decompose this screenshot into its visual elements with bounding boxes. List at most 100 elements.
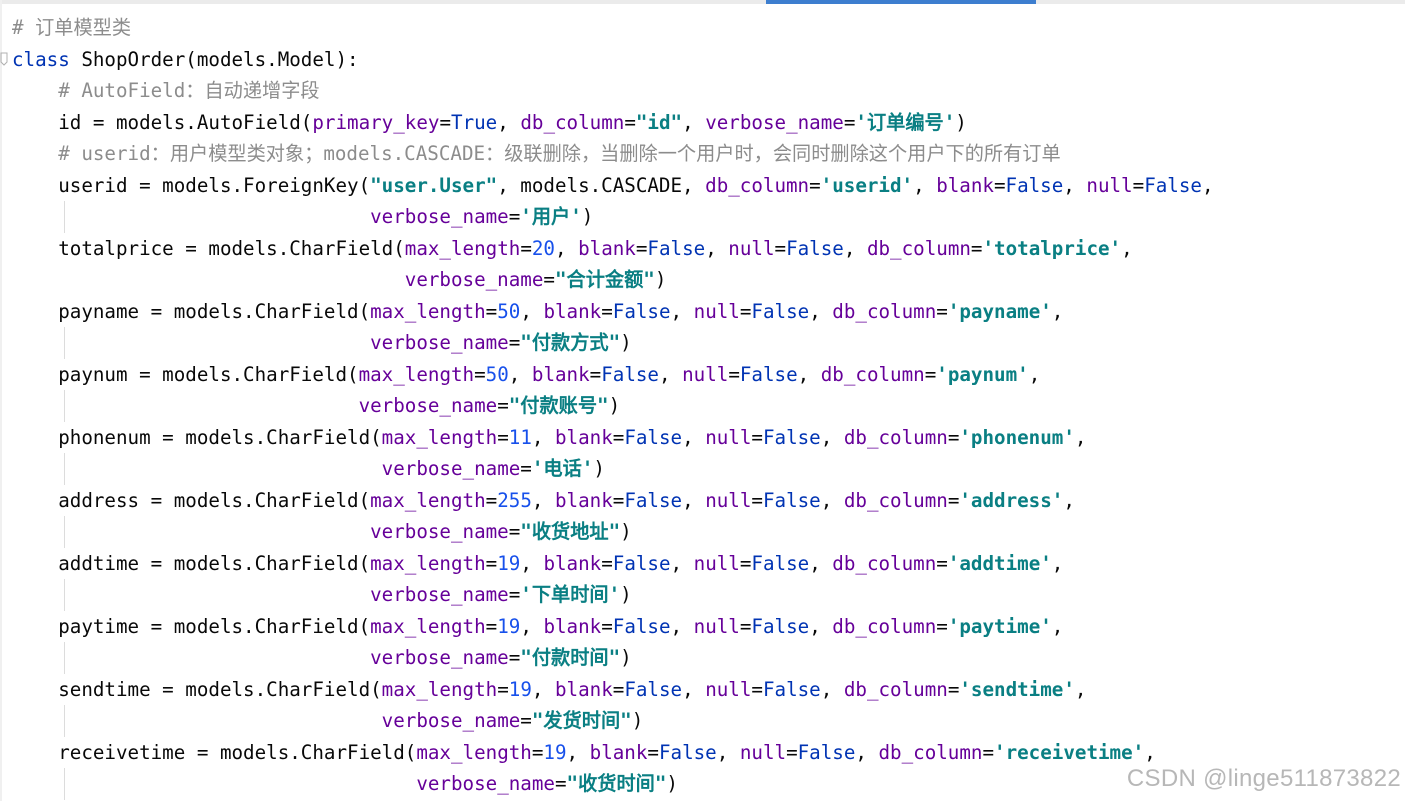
code-token: totalprice = models.CharField( <box>58 236 405 260</box>
code-line[interactable]: verbose_name="付款方式") <box>12 327 1214 359</box>
code-token: verbose_name <box>370 520 509 543</box>
code-line[interactable]: verbose_name="收货地址") <box>12 516 1214 548</box>
code-token: db_column <box>705 173 810 197</box>
code-token: db_column <box>832 551 937 575</box>
code-line[interactable]: verbose_name="收货时间") <box>12 768 1214 800</box>
code-token: max_length <box>404 236 521 260</box>
code-token: "合计金额" <box>554 268 655 291</box>
code-token: '订单编号' <box>855 110 956 134</box>
code-token: , <box>531 425 555 449</box>
code-token: "发货时间" <box>531 709 632 732</box>
code-line[interactable]: sendtime = models.CharField(max_length=1… <box>12 674 1214 706</box>
code-editor[interactable]: # 订单模型类 class ShopOrder(models.Model): # … <box>0 0 1405 801</box>
code-token: verbose_name <box>358 394 498 417</box>
code-token: max_length <box>370 488 486 512</box>
code-token: , <box>520 551 544 575</box>
code-token: = <box>497 677 509 701</box>
code-token: max_length <box>370 614 486 638</box>
code-token: = <box>485 551 498 575</box>
code-token: = <box>520 236 532 260</box>
code-token: 11 <box>508 425 532 449</box>
active-tab-indicator[interactable] <box>766 0 1036 4</box>
code-token: False <box>751 614 810 638</box>
code-line[interactable]: verbose_name="付款时间") <box>12 642 1214 674</box>
code-token: blank <box>554 488 613 512</box>
code-token: , <box>855 740 879 764</box>
code-token: max_length <box>381 677 498 701</box>
indent-guide <box>64 327 66 359</box>
code-token: = <box>497 394 509 417</box>
code-token: ) <box>631 709 644 732</box>
code-token: , <box>913 173 937 197</box>
code-token: db_column <box>878 740 983 764</box>
code-token: 255 <box>497 488 532 512</box>
code-token: verbose_name <box>370 583 509 606</box>
code-line[interactable]: totalprice = models.CharField(max_length… <box>12 233 1214 265</box>
code-token: , <box>658 362 683 386</box>
code-token: ) <box>620 646 632 669</box>
code-token: 19 <box>508 677 532 701</box>
code-token: blank <box>531 362 590 386</box>
code-token: , <box>1063 488 1075 512</box>
code-token: max_length <box>370 551 486 575</box>
code-line[interactable]: receivetime = models.CharField(max_lengt… <box>12 737 1214 769</box>
code-token: ShopOrder(models.Model): <box>69 47 359 71</box>
code-line[interactable]: userid = models.ForeignKey("user.User", … <box>12 170 1213 202</box>
code-token: , <box>520 614 544 638</box>
code-token: class <box>12 47 70 71</box>
code-token: '用户' <box>520 205 582 228</box>
code-token: ) <box>581 205 594 228</box>
code-line[interactable]: paynum = models.CharField(max_length=50,… <box>12 359 1214 391</box>
code-token: = <box>809 173 821 197</box>
code-token: # AutoField：自动递增字段 <box>58 79 320 102</box>
code-token: db_column <box>520 110 625 134</box>
code-token: , <box>1051 551 1064 575</box>
code-token: False <box>624 425 683 449</box>
code-line[interactable]: # 订单模型类 <box>12 12 1214 44</box>
code-token: , <box>670 614 694 638</box>
code-token: , <box>566 740 590 764</box>
code-token: db_column <box>843 425 948 449</box>
code-token: False <box>612 614 671 638</box>
watermark: CSDN @linge511873822 <box>1126 765 1401 792</box>
code-line[interactable]: verbose_name="付款账号") <box>12 390 1214 422</box>
code-token: = <box>485 614 498 638</box>
code-line[interactable]: verbose_name='电话') <box>12 453 1214 485</box>
editor-gutter-edge <box>0 0 2 801</box>
code-token: verbose_name <box>370 331 509 354</box>
code-token: db_column <box>832 614 937 638</box>
code-line[interactable]: address = models.CharField(max_length=25… <box>12 485 1214 517</box>
code-token: = <box>786 740 798 764</box>
code-line[interactable]: paytime = models.CharField(max_length=19… <box>12 611 1214 643</box>
code-line[interactable]: payname = models.CharField(max_length=50… <box>12 296 1214 328</box>
fold-arrow-icon[interactable] <box>0 52 8 66</box>
code-line[interactable]: class ShopOrder(models.Model): <box>12 44 1214 76</box>
code-token: = <box>485 299 498 323</box>
code-token: , <box>820 488 844 512</box>
indent-guide <box>64 642 66 674</box>
code-line[interactable]: # AutoField：自动递增字段 <box>12 75 1214 107</box>
code-token: = <box>774 236 787 260</box>
code-token: payname = models.CharField( <box>58 299 371 323</box>
code-token: False <box>797 740 856 764</box>
code-token: = <box>612 677 625 701</box>
code-line[interactable]: # userid：用户模型类对象；models.CASCADE：级联删除，当删除… <box>12 138 1214 170</box>
code-token: 19 <box>497 614 521 638</box>
code-token: False <box>658 740 717 764</box>
code-line[interactable]: verbose_name='下单时间') <box>12 579 1214 611</box>
code-line[interactable]: phonenum = models.CharField(max_length=1… <box>12 422 1214 454</box>
code-line[interactable]: verbose_name="合计金额") <box>12 264 1214 296</box>
code-line[interactable]: verbose_name='用户') <box>12 201 1214 233</box>
code-token: = <box>520 709 532 732</box>
code-token: = <box>647 740 659 764</box>
code-line[interactable]: addtime = models.CharField(max_length=19… <box>12 548 1214 580</box>
code-area[interactable]: # 订单模型类 class ShopOrder(models.Model): # … <box>12 12 1214 800</box>
code-token: 50 <box>485 362 509 386</box>
code-line[interactable]: verbose_name="发货时间") <box>12 705 1214 737</box>
code-line[interactable]: id = models.AutoField(primary_key=True, … <box>12 107 1214 139</box>
code-token: , <box>809 299 833 323</box>
